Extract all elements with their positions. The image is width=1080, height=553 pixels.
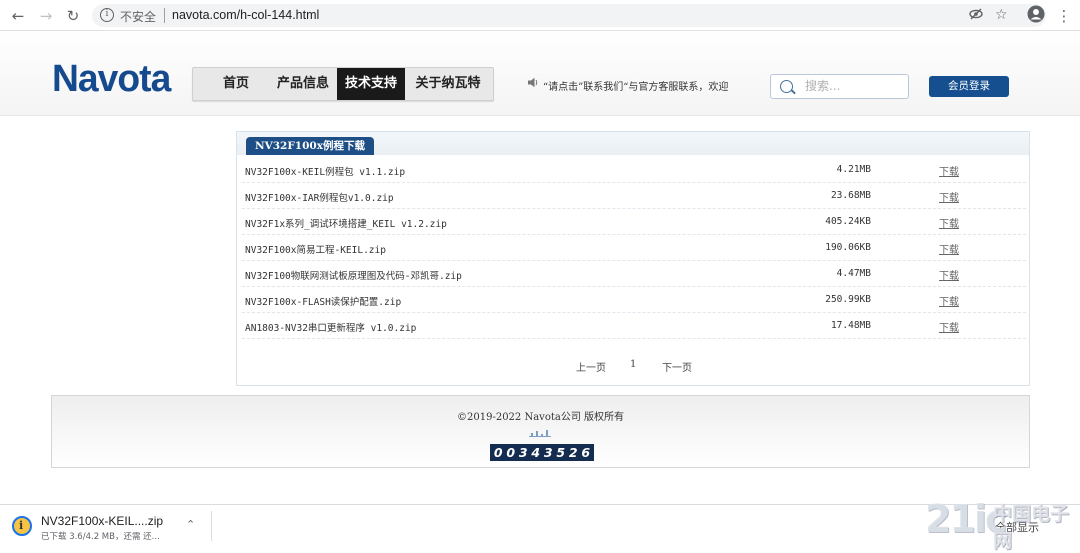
download-filename[interactable]: NV32F100x-KEIL....zip bbox=[41, 514, 163, 528]
file-size: 190.06KB bbox=[825, 242, 871, 253]
stats-icon[interactable] bbox=[529, 429, 551, 437]
search-icon[interactable] bbox=[780, 80, 793, 93]
table-row: NV32F100x-FLASH读保护配置.zip 250.99KB 下载 bbox=[242, 287, 1026, 313]
insecure-label: 不安全 bbox=[120, 10, 157, 24]
search-input[interactable] bbox=[805, 79, 905, 93]
counter-digit: 4 bbox=[531, 445, 541, 460]
table-row: NV32F100物联网测试板原理图及代码-邓凯哥.zip 4.47MB 下载 bbox=[242, 261, 1026, 287]
eye-slash-icon[interactable] bbox=[969, 7, 983, 25]
file-name: NV32F100x-IAR例程包v1.0.zip bbox=[245, 193, 394, 204]
chevron-up-icon[interactable]: ⌃ bbox=[186, 518, 195, 531]
table-row: NV32F100x-IAR例程包v1.0.zip 23.68MB 下载 bbox=[242, 183, 1026, 209]
main-navigation: 首页 产品信息 技术支持 关于纳瓦特 bbox=[192, 67, 494, 101]
file-size: 250.99KB bbox=[825, 294, 871, 305]
table-row: NV32F1x系列_调试环境搭建_KEIL v1.2.zip 405.24KB … bbox=[242, 209, 1026, 235]
file-name: NV32F100x简易工程-KEIL.zip bbox=[245, 245, 386, 256]
download-link[interactable]: 下载 bbox=[939, 267, 959, 282]
nav-item-products[interactable]: 产品信息 bbox=[269, 68, 337, 100]
copyright-text: ©2019-2022 Navota公司 版权所有 bbox=[457, 412, 624, 423]
file-name: NV32F100x-FLASH读保护配置.zip bbox=[245, 297, 402, 308]
counter-digit: 5 bbox=[556, 445, 566, 460]
scrolling-notice: “请点击”联系我们“与官方客服联系，欢迎 bbox=[543, 82, 729, 92]
speaker-icon bbox=[527, 77, 539, 91]
browser-toolbar: ← → ↻ i 不安全 navota.com/h-col-144.html ☆ … bbox=[0, 0, 1080, 31]
site-footer: ©2019-2022 Navota公司 版权所有 0 0 3 4 3 5 2 6 bbox=[51, 395, 1030, 468]
file-size: 17.48MB bbox=[830, 320, 871, 331]
url-text[interactable]: navota.com/h-col-144.html bbox=[172, 8, 319, 22]
table-row: NV32F100x简易工程-KEIL.zip 190.06KB 下载 bbox=[242, 235, 1026, 261]
address-bar[interactable]: i 不安全 navota.com/h-col-144.html ☆ bbox=[92, 4, 1046, 27]
file-size: 4.21MB bbox=[836, 164, 871, 175]
site-header: Navota 首页 产品信息 技术支持 关于纳瓦特 “请点击”联系我们“与官方客… bbox=[0, 31, 1080, 116]
menu-dots-icon[interactable]: ⋮ bbox=[1054, 6, 1074, 26]
nav-item-tech-support[interactable]: 技术支持 bbox=[337, 68, 405, 100]
pager-current-page[interactable]: 1 bbox=[630, 359, 636, 370]
account-icon[interactable] bbox=[1026, 5, 1046, 25]
panel-title: NV32F100x例程下载 bbox=[246, 137, 374, 155]
forward-arrow-icon[interactable]: → bbox=[36, 6, 56, 26]
navota-logo[interactable]: Navota bbox=[52, 58, 171, 101]
file-name: NV32F100物联网测试板原理图及代码-邓凯哥.zip bbox=[245, 271, 462, 282]
back-arrow-icon[interactable]: ← bbox=[8, 6, 28, 26]
counter-digit: 3 bbox=[518, 445, 528, 460]
counter-digit: 3 bbox=[543, 445, 553, 460]
panel-header: NV32F100x例程下载 bbox=[237, 132, 1029, 155]
download-link[interactable]: 下载 bbox=[939, 241, 959, 256]
download-panel: NV32F100x例程下载 NV32F100x-KEIL例程包 v1.1.zip… bbox=[236, 131, 1030, 386]
download-link[interactable]: 下载 bbox=[939, 319, 959, 334]
pager-next-link[interactable]: 下一页 bbox=[662, 359, 692, 374]
counter-digit: 0 bbox=[493, 445, 503, 460]
download-shelf: NV32F100x-KEIL....zip 已下载 3.6/4.2 MB，还需 … bbox=[0, 504, 1080, 546]
file-name: NV32F1x系列_调试环境搭建_KEIL v1.2.zip bbox=[245, 219, 447, 230]
file-size: 23.68MB bbox=[830, 190, 871, 201]
download-file-icon[interactable] bbox=[12, 516, 32, 536]
file-size: 405.24KB bbox=[825, 216, 871, 227]
counter-digit: 0 bbox=[506, 445, 516, 460]
visitor-counter: 0 0 3 4 3 5 2 6 bbox=[490, 444, 594, 461]
file-name: NV32F100x-KEIL例程包 v1.1.zip bbox=[245, 167, 406, 178]
counter-digit: 6 bbox=[581, 445, 591, 460]
omnibox-divider bbox=[164, 8, 165, 23]
table-row: NV32F100x-KEIL例程包 v1.1.zip 4.21MB 下载 bbox=[242, 157, 1026, 183]
download-status: 已下载 3.6/4.2 MB，还需 还... bbox=[41, 532, 160, 542]
file-name: AN1803-NV32串口更新程序 v1.0.zip bbox=[245, 323, 417, 334]
shelf-divider bbox=[211, 511, 212, 541]
nav-item-about[interactable]: 关于纳瓦特 bbox=[405, 68, 491, 100]
bookmark-star-icon[interactable]: ☆ bbox=[995, 7, 1008, 23]
watermark-cn-text: 中国电子网 bbox=[993, 503, 1070, 552]
table-row: AN1803-NV32串口更新程序 v1.0.zip 17.48MB 下载 bbox=[242, 313, 1026, 339]
member-login-button[interactable]: 会员登录 bbox=[929, 76, 1009, 97]
download-link[interactable]: 下载 bbox=[939, 189, 959, 204]
download-link[interactable]: 下载 bbox=[939, 293, 959, 308]
watermark: 21ic 中国电子网 bbox=[925, 497, 1080, 552]
info-icon[interactable]: i bbox=[100, 8, 114, 22]
reload-icon[interactable]: ↻ bbox=[63, 6, 83, 26]
download-link[interactable]: 下载 bbox=[939, 163, 959, 178]
nav-item-home[interactable]: 首页 bbox=[193, 68, 279, 100]
download-link[interactable]: 下载 bbox=[939, 215, 959, 230]
file-size: 4.47MB bbox=[836, 268, 871, 279]
counter-digit: 2 bbox=[568, 445, 578, 460]
search-box[interactable] bbox=[770, 74, 909, 99]
pager-prev-link[interactable]: 上一页 bbox=[576, 359, 606, 374]
